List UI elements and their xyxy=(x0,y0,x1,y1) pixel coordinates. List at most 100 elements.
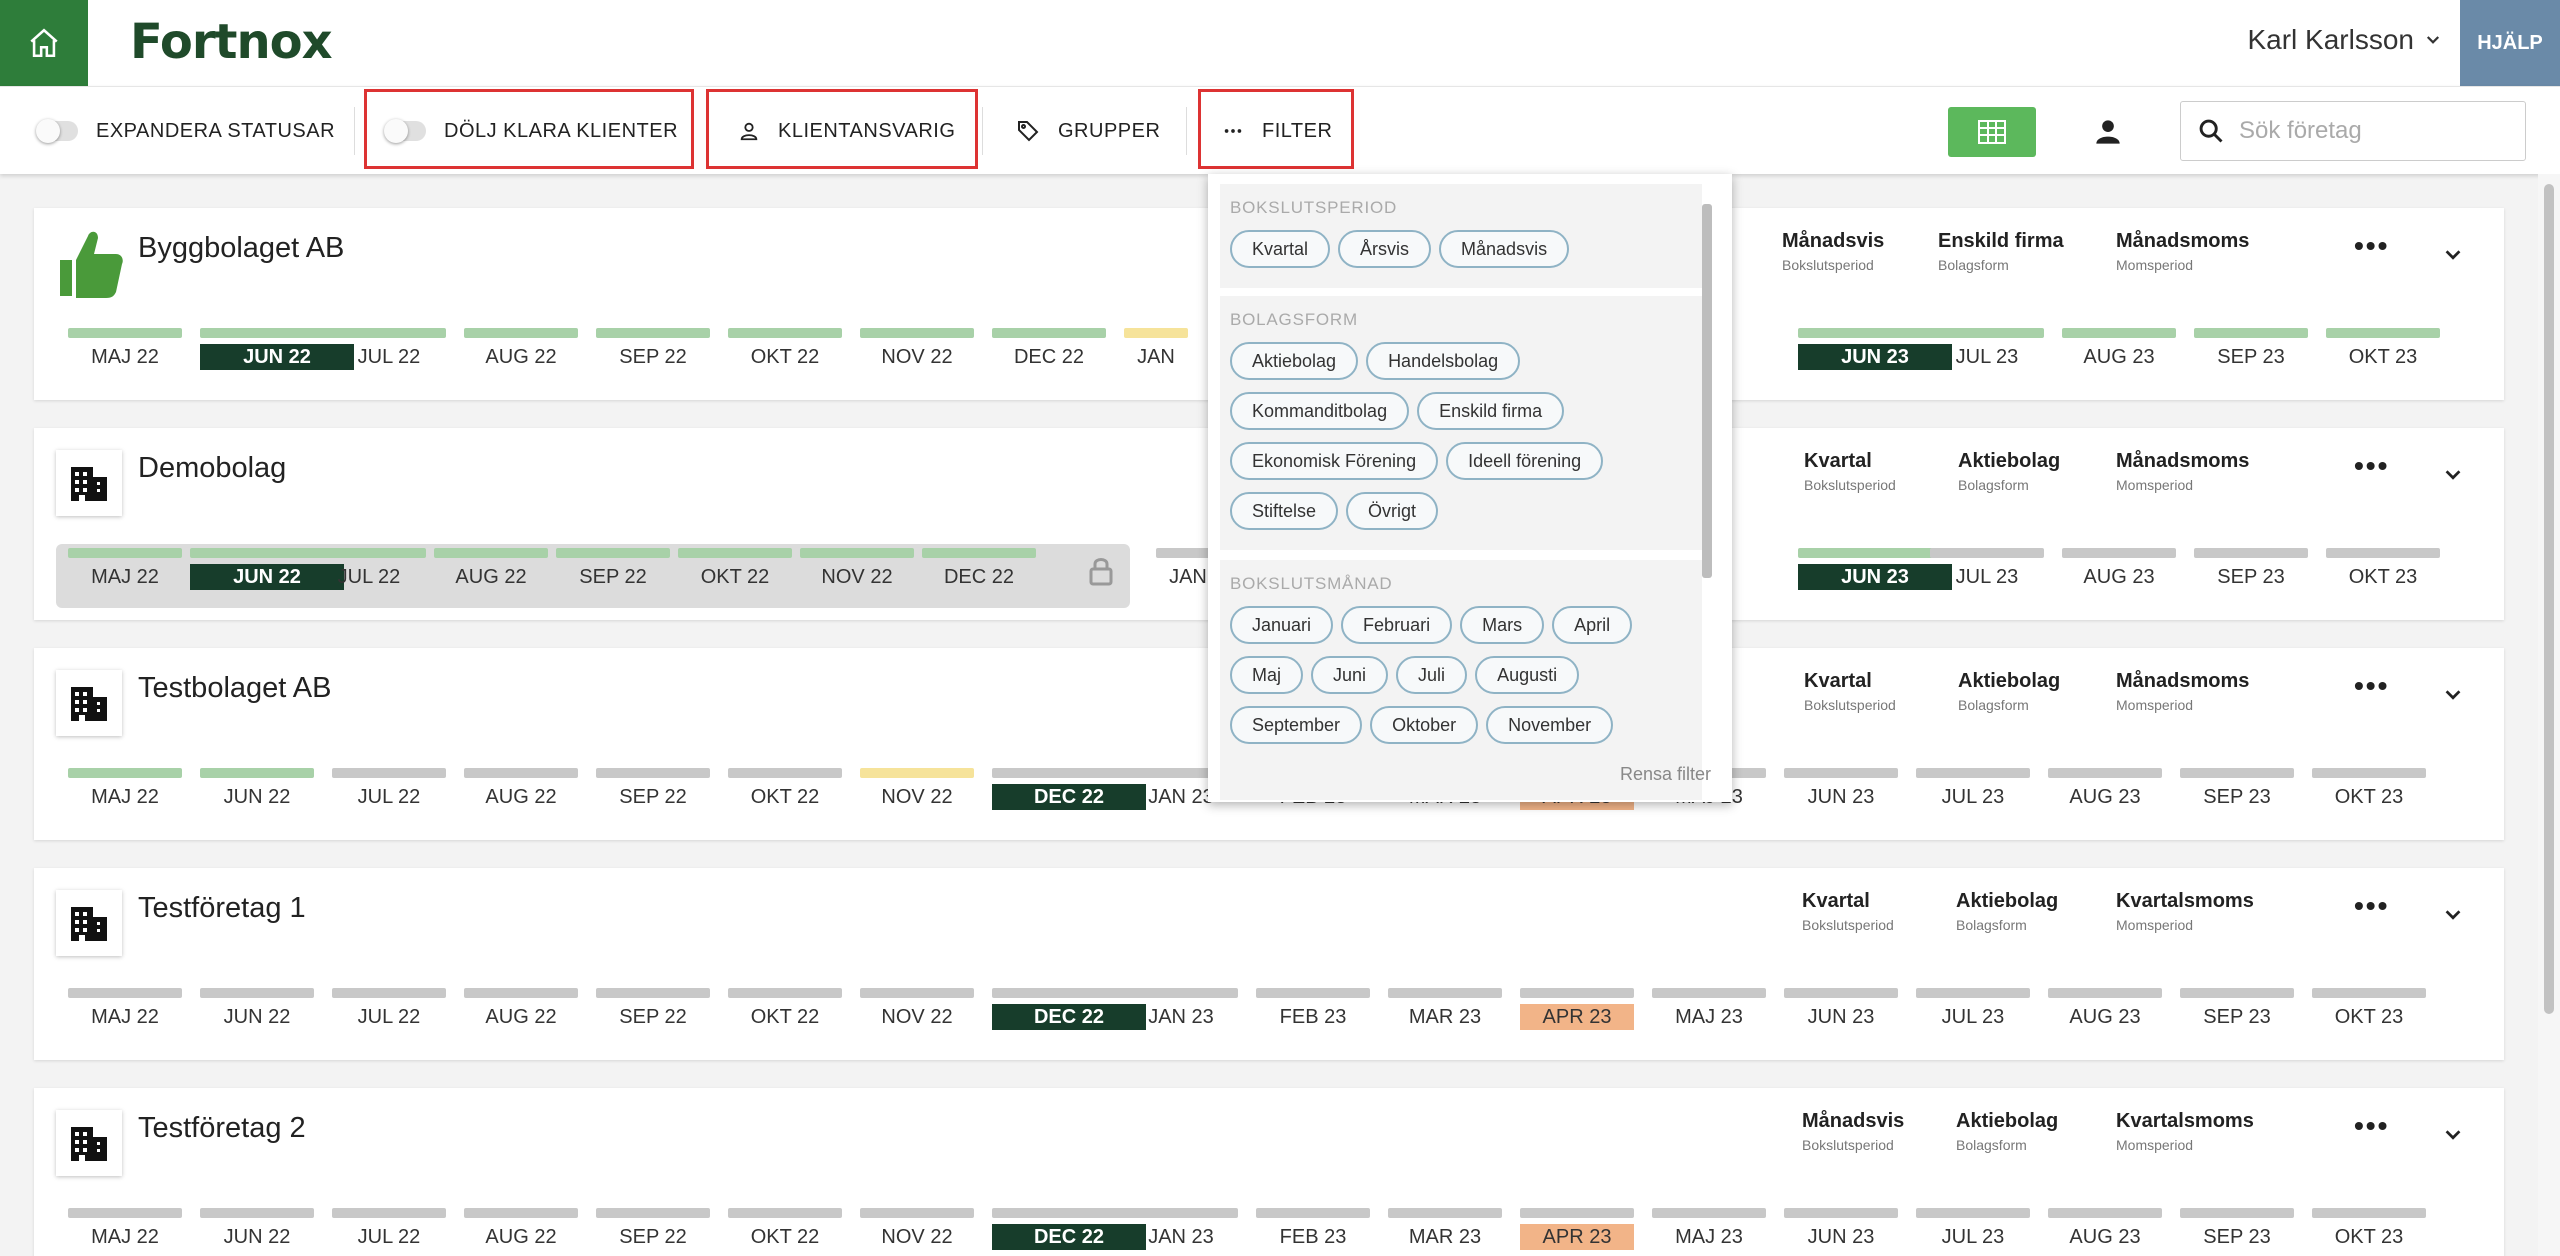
filter-chip[interactable]: Övrigt xyxy=(1346,492,1439,530)
filter-chip[interactable]: November xyxy=(1486,706,1614,744)
month-status[interactable]: OKT 23 xyxy=(2312,1208,2426,1250)
company-card[interactable]: Testföretag 1 Kvartal Bokslutsperiod Aktieb… xyxy=(34,868,2504,1060)
client-responsible-button[interactable]: KLIENTANSVARIG xyxy=(738,87,955,175)
month-status[interactable]: JUN 22 xyxy=(200,1208,314,1250)
month-status[interactable]: AUG 23 xyxy=(2048,988,2162,1030)
filter-chip[interactable]: Handelsbolag xyxy=(1366,342,1521,380)
hide-done-clients-toggle[interactable]: DÖLJ KLARA KLIENTER xyxy=(384,87,678,175)
month-status[interactable]: JUL 22 xyxy=(332,988,446,1030)
month-status[interactable]: JUL 23 xyxy=(1916,1208,2030,1250)
toggle-switch[interactable] xyxy=(384,119,426,143)
filter-chip[interactable]: Maj xyxy=(1230,656,1304,694)
filter-chip[interactable]: Årsvis xyxy=(1338,230,1432,268)
month-status[interactable]: AUG 23 xyxy=(2048,768,2162,810)
filter-chip[interactable]: Februari xyxy=(1341,606,1453,644)
month-status[interactable]: JAN 23 xyxy=(1124,988,1238,1030)
month-status[interactable]: SEP 23 xyxy=(2194,548,2308,590)
month-status[interactable]: NOV 22 xyxy=(860,768,974,810)
month-status[interactable]: JAN xyxy=(1124,328,1188,370)
month-status[interactable]: JUN 22 xyxy=(200,988,314,1030)
toggle-switch[interactable] xyxy=(36,119,78,143)
filter-chip[interactable]: Augusti xyxy=(1475,656,1580,694)
month-status[interactable]: JAN 23 xyxy=(1124,1208,1238,1250)
user-view-button[interactable] xyxy=(2086,107,2130,157)
month-status[interactable]: JUN 22 xyxy=(200,768,314,810)
filter-button[interactable]: FILTER xyxy=(1222,87,1332,175)
month-status[interactable]: AUG 22 xyxy=(464,1208,578,1250)
clear-filter-link[interactable]: Rensa filter xyxy=(1620,764,1711,785)
month-status[interactable]: FEB 23 xyxy=(1256,988,1370,1030)
month-status[interactable]: SEP 22 xyxy=(596,768,710,810)
page-scrollbar-thumb[interactable] xyxy=(2544,184,2554,1014)
month-status[interactable]: OKT 22 xyxy=(728,1208,842,1250)
month-status[interactable]: AUG 23 xyxy=(2062,548,2176,590)
month-status[interactable]: MAJ 22 xyxy=(68,988,182,1030)
search-box[interactable] xyxy=(2180,101,2526,161)
month-status[interactable]: JUN 23 xyxy=(1784,768,1898,810)
month-status[interactable]: OKT 22 xyxy=(678,548,792,590)
month-status[interactable]: OKT 23 xyxy=(2326,328,2440,370)
filter-chip[interactable]: Januari xyxy=(1230,606,1334,644)
month-status[interactable]: MAJ 23 xyxy=(1652,988,1766,1030)
month-status[interactable]: JUN 23 xyxy=(1798,548,1952,590)
filter-chip[interactable]: Månadsvis xyxy=(1439,230,1570,268)
search-input[interactable] xyxy=(2239,117,2499,145)
month-status[interactable]: MAJ 22 xyxy=(68,1208,182,1250)
month-status[interactable]: JUL 23 xyxy=(1930,328,2044,370)
filter-chip[interactable]: September xyxy=(1230,706,1363,744)
filter-chip[interactable]: Ideell förening xyxy=(1446,442,1604,480)
fortnox-logo[interactable]: Fortnox xyxy=(130,14,333,70)
month-status[interactable]: JUL 23 xyxy=(1916,988,2030,1030)
month-status[interactable]: SEP 22 xyxy=(596,328,710,370)
month-status[interactable]: SEP 22 xyxy=(596,988,710,1030)
filter-chip[interactable]: Mars xyxy=(1460,606,1545,644)
user-menu[interactable]: Karl Karlsson xyxy=(2247,24,2442,56)
month-status[interactable]: AUG 23 xyxy=(2048,1208,2162,1250)
month-status[interactable]: MAJ 23 xyxy=(1652,1208,1766,1250)
month-status[interactable]: OKT 22 xyxy=(728,988,842,1030)
month-status[interactable]: JUN 23 xyxy=(1784,988,1898,1030)
company-card[interactable]: Testföretag 2 Månadsvis Bokslutsperiod Akti… xyxy=(34,1088,2504,1256)
month-status[interactable]: JUN 23 xyxy=(1784,1208,1898,1250)
month-status[interactable]: AUG 22 xyxy=(464,328,578,370)
table-view-button[interactable] xyxy=(1948,107,2036,157)
month-status[interactable]: NOV 22 xyxy=(860,328,974,370)
month-status[interactable]: JUN 23 xyxy=(1798,328,1952,370)
filter-chip[interactable]: Aktiebolag xyxy=(1230,342,1359,380)
month-status[interactable]: NOV 22 xyxy=(800,548,914,590)
filter-chip[interactable]: Oktober xyxy=(1370,706,1479,744)
filter-chip[interactable]: Ekonomisk Förening xyxy=(1230,442,1439,480)
month-status[interactable]: OKT 22 xyxy=(728,328,842,370)
filter-chip[interactable]: Enskild firma xyxy=(1417,392,1565,430)
month-status[interactable]: OKT 23 xyxy=(2312,768,2426,810)
month-status[interactable]: SEP 23 xyxy=(2180,988,2294,1030)
month-status[interactable]: SEP 22 xyxy=(596,1208,710,1250)
month-status[interactable]: AUG 22 xyxy=(464,988,578,1030)
month-status[interactable]: NOV 22 xyxy=(860,1208,974,1250)
filter-chip[interactable]: Juni xyxy=(1311,656,1389,694)
month-status[interactable]: SEP 23 xyxy=(2194,328,2308,370)
month-status[interactable]: MAR 23 xyxy=(1388,1208,1502,1250)
month-status[interactable]: SEP 23 xyxy=(2180,768,2294,810)
month-status[interactable]: MAR 23 xyxy=(1388,988,1502,1030)
month-status[interactable]: OKT 22 xyxy=(728,768,842,810)
month-status[interactable]: AUG 23 xyxy=(2062,328,2176,370)
month-status[interactable]: JUL 22 xyxy=(332,328,446,370)
month-status[interactable]: NOV 22 xyxy=(860,988,974,1030)
month-status[interactable]: OKT 23 xyxy=(2326,548,2440,590)
month-status[interactable]: MAJ 22 xyxy=(68,768,182,810)
month-status[interactable]: JUL 22 xyxy=(332,1208,446,1250)
month-status[interactable]: APR 23 xyxy=(1520,1208,1634,1250)
filter-chip[interactable]: April xyxy=(1552,606,1633,644)
month-status[interactable]: OKT 23 xyxy=(2312,988,2426,1030)
month-status[interactable]: DEC 22 xyxy=(992,328,1106,370)
month-status[interactable]: MAJ 22 xyxy=(68,328,182,370)
month-status[interactable]: DEC 22 xyxy=(992,1208,1146,1250)
month-status[interactable]: JUL 22 xyxy=(332,768,446,810)
expand-statuses-toggle[interactable]: EXPANDERA STATUSAR xyxy=(36,87,335,175)
filter-scrollbar-thumb[interactable] xyxy=(1702,204,1712,578)
home-button[interactable] xyxy=(0,0,88,86)
month-status[interactable]: DEC 22 xyxy=(992,768,1146,810)
month-status[interactable]: SEP 23 xyxy=(2180,1208,2294,1250)
month-status[interactable]: DEC 22 xyxy=(992,988,1146,1030)
